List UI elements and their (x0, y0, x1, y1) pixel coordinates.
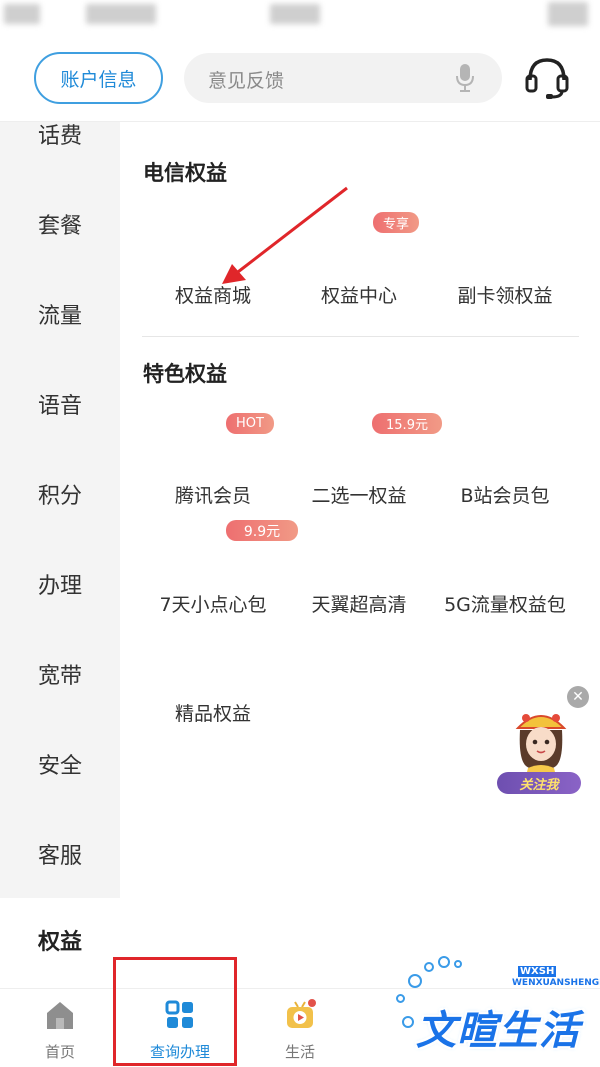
sidebar-item-jifen[interactable]: 积分 (0, 472, 120, 522)
bilibili-member-item[interactable]: B站会员包 (432, 481, 578, 508)
seven-day-snack-item[interactable]: 7天小点心包 (140, 590, 286, 617)
tab-life-label: 生活 (284, 1043, 315, 1061)
secondary-card-benefit-item[interactable]: 副卡领权益 (432, 281, 578, 308)
5g-data-benefit-item[interactable]: 5G流量权益包 (432, 590, 578, 617)
premium-benefit-item[interactable]: 精品权益 (140, 699, 286, 726)
price-badge-9-9: 9.9元 (226, 520, 298, 541)
price-badge-15-9: 15.9元 (372, 413, 442, 434)
watermark-bubble (438, 956, 450, 968)
watermark-bubble (454, 960, 462, 968)
special-benefits-title: 特色权益 (143, 362, 227, 386)
choose-one-benefit-item[interactable]: 二选一权益 (286, 481, 432, 508)
status-blur (270, 4, 320, 24)
sidebar-item-quanyi[interactable]: 权益 (0, 898, 120, 988)
annotation-arrow (222, 186, 348, 284)
watermark-bubble (402, 1016, 414, 1028)
sidebar-item-anquan[interactable]: 安全 (0, 742, 120, 792)
tencent-member-item[interactable]: 腾讯会员 (140, 481, 286, 508)
sidebar-item-banli[interactable]: 办理 (0, 562, 120, 612)
tv-play-icon (287, 999, 316, 1028)
sidebar-item-yuyin[interactable]: 语音 (0, 382, 120, 432)
sidebar-item-liuliang[interactable]: 流量 (0, 292, 120, 342)
account-info-button[interactable]: 账户信息 (34, 52, 163, 104)
annotation-highlight-box (113, 957, 237, 1066)
tianyi-hd-item[interactable]: 天翼超高清 (286, 590, 432, 617)
sidebar-item-kefu[interactable]: 客服 (0, 832, 120, 882)
search-placeholder: 意见反馈 (208, 70, 285, 92)
mascot-avatar-icon[interactable] (502, 706, 580, 776)
tab-home-label: 首页 (44, 1043, 75, 1061)
status-bar (0, 0, 600, 34)
sidebar-item-kuandai[interactable]: 宽带 (0, 652, 120, 702)
feedback-search-box[interactable]: 意见反馈 (184, 53, 502, 103)
status-blur (548, 2, 588, 26)
follow-me-button[interactable]: 关注我 (497, 772, 581, 794)
status-blur (86, 4, 156, 24)
hot-badge: HOT (226, 413, 274, 434)
watermark-abbr: WXSH (518, 966, 557, 977)
home-icon (47, 1002, 73, 1029)
microphone-icon[interactable] (454, 63, 476, 93)
top-header: 账户信息 意见反馈 (0, 34, 600, 122)
watermark-bubble (396, 994, 405, 1003)
sidebar-item-taocan[interactable]: 套餐 (0, 202, 120, 252)
watermark-bubble (424, 962, 434, 972)
close-float-icon[interactable]: ✕ (567, 686, 589, 708)
status-blur (4, 4, 40, 24)
watermark-bubble (408, 974, 422, 988)
tab-home[interactable]: 首页 (0, 989, 120, 1067)
sidebar-item-huafei[interactable]: 话费 (0, 122, 120, 152)
watermark-text: 文暄生活 (416, 1008, 580, 1054)
category-sidebar: 话费 套餐 流量 语音 积分 办理 宽带 安全 客服 权益 (0, 122, 120, 988)
watermark-latin: WENXUANSHENGHUO (512, 978, 600, 988)
watermark-logo: WXSH WENXUANSHENGHUO 文暄生活 (392, 954, 600, 1054)
section-divider (142, 336, 579, 337)
tab-life[interactable]: 生活 (240, 989, 360, 1067)
customer-service-headset-icon[interactable] (524, 54, 570, 102)
exclusive-badge: 专享 (373, 212, 419, 233)
